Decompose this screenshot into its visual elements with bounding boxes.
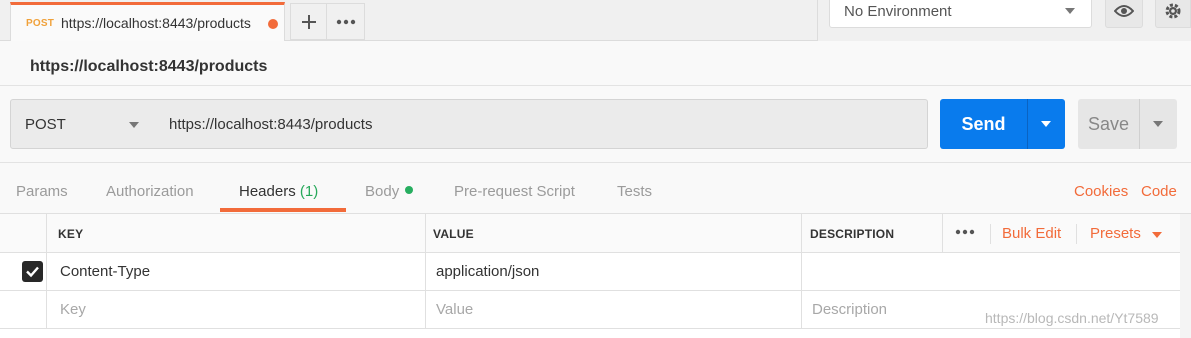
scrollbar[interactable] — [1180, 214, 1191, 338]
caret-down-icon — [1065, 8, 1075, 14]
table-row: Content-Type application/json — [0, 253, 1191, 291]
check-column — [0, 291, 47, 328]
column-divider — [425, 214, 426, 252]
caret-down-icon — [1152, 232, 1162, 238]
divider — [0, 85, 1191, 86]
request-tab[interactable]: POST https://localhost:8443/products — [10, 2, 285, 41]
header-value-cell[interactable]: application/json — [436, 263, 539, 280]
caret-down-icon — [129, 122, 139, 128]
column-value: VALUE — [433, 227, 474, 241]
column-description: DESCRIPTION — [810, 227, 895, 241]
tab-params[interactable]: Params — [16, 183, 68, 200]
caret-down-icon — [1041, 121, 1051, 127]
cookies-link[interactable]: Cookies — [1074, 183, 1128, 200]
environment-quick-look-button[interactable] — [1105, 0, 1143, 28]
tab-headers[interactable]: Headers (1) — [239, 183, 318, 200]
column-divider — [990, 224, 991, 244]
column-divider — [1076, 224, 1077, 244]
more-icon — [327, 4, 364, 39]
active-tab-indicator — [220, 208, 346, 212]
save-options-button[interactable] — [1139, 99, 1177, 149]
value-input[interactable]: Value — [436, 301, 473, 318]
send-options-button[interactable] — [1027, 99, 1065, 149]
key-input[interactable]: Key — [60, 301, 86, 318]
send-button[interactable]: Send — [940, 99, 1027, 149]
gear-icon — [1156, 0, 1190, 27]
url-input[interactable] — [155, 99, 928, 149]
header-enabled-checkbox[interactable] — [22, 261, 43, 282]
more-icon — [955, 229, 975, 235]
column-divider — [942, 214, 943, 252]
tab-body-label: Body — [365, 183, 400, 200]
tab-options-button[interactable] — [327, 3, 365, 40]
tab-headers-count: (1) — [299, 183, 319, 200]
code-link[interactable]: Code — [1141, 183, 1177, 200]
column-divider — [425, 291, 426, 328]
manage-environments-button[interactable] — [1155, 0, 1191, 28]
bulk-edit-link[interactable]: Bulk Edit — [1002, 225, 1061, 242]
caret-down-icon — [1153, 121, 1163, 127]
request-tab-method: POST — [26, 18, 55, 29]
tab-tests[interactable]: Tests — [617, 183, 652, 200]
method-select-label: POST — [25, 116, 66, 133]
description-input[interactable]: Description — [812, 301, 887, 318]
column-divider — [801, 291, 802, 328]
table-header-row: KEY VALUE DESCRIPTION Bulk Edit Presets — [0, 214, 1191, 253]
request-tab-title: https://localhost:8443/products — [61, 15, 251, 31]
save-button[interactable]: Save — [1078, 99, 1139, 149]
method-select[interactable]: POST — [10, 99, 156, 149]
presets-link[interactable]: Presets — [1090, 225, 1141, 242]
check-column — [0, 214, 47, 252]
check-icon — [26, 266, 39, 278]
column-divider — [801, 253, 802, 290]
column-divider — [801, 214, 802, 252]
tab-body[interactable]: Body — [365, 183, 414, 200]
tab-pre-request-script[interactable]: Pre-request Script — [454, 183, 575, 200]
divider — [0, 162, 1191, 163]
body-indicator-icon — [405, 186, 414, 194]
header-key-cell[interactable]: Content-Type — [60, 263, 150, 280]
environment-select-label: No Environment — [844, 3, 952, 20]
column-key: KEY — [58, 227, 84, 241]
plus-icon — [291, 4, 326, 39]
column-options-button[interactable] — [955, 222, 975, 240]
tab-authorization[interactable]: Authorization — [106, 183, 194, 200]
tab-headers-label: Headers — [239, 183, 296, 200]
request-name[interactable]: https://localhost:8443/products — [30, 58, 267, 76]
environment-select[interactable]: No Environment — [829, 0, 1092, 28]
unsaved-dot-icon — [268, 19, 278, 29]
eye-icon — [1106, 0, 1142, 27]
new-tab-button[interactable] — [290, 3, 327, 40]
watermark: https://blog.csdn.net/Yt7589 — [985, 310, 1159, 326]
column-divider — [425, 253, 426, 290]
